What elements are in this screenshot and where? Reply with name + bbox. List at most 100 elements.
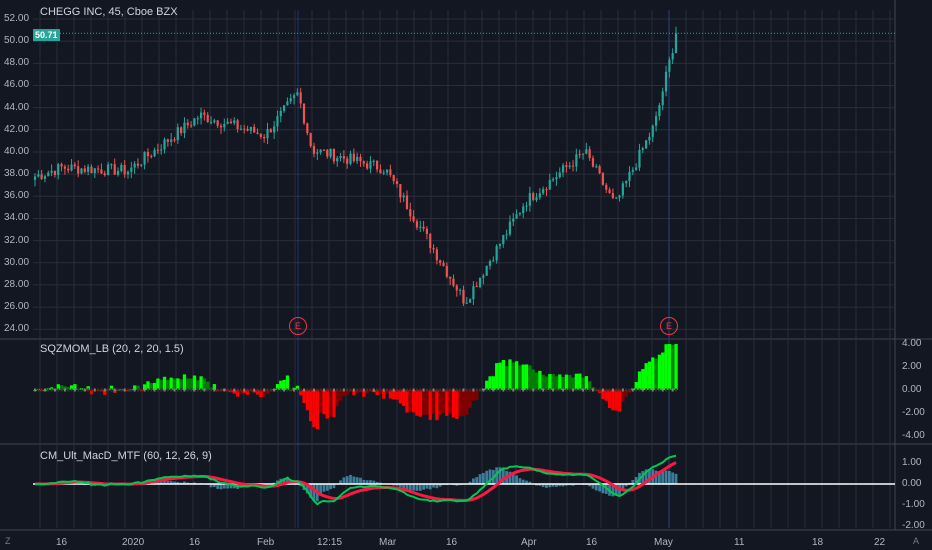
sqz-bar bbox=[182, 374, 187, 390]
earnings-marker-1[interactable]: E bbox=[289, 317, 307, 335]
sqz-dot bbox=[143, 388, 146, 392]
sqz-bar bbox=[518, 365, 522, 390]
sqz-bar bbox=[435, 390, 439, 421]
auto-scale-toggle[interactable]: A bbox=[913, 536, 919, 546]
macd-indicator-title[interactable]: CM_Ult_MacD_MTF (60, 12, 26, 9) bbox=[40, 450, 212, 462]
sqz-dot bbox=[618, 388, 621, 392]
candle-body bbox=[432, 248, 435, 250]
sqz-dot bbox=[432, 388, 435, 392]
sqz-dot bbox=[120, 388, 123, 392]
time-axis-label: Feb bbox=[257, 537, 275, 548]
candle-body bbox=[126, 171, 130, 175]
sqz-dot bbox=[60, 388, 63, 392]
candle-body bbox=[292, 95, 296, 99]
sqz-dot bbox=[87, 388, 90, 392]
sqz-dot bbox=[396, 388, 399, 392]
macd-hist-bar bbox=[352, 476, 356, 484]
candle-body bbox=[674, 33, 678, 54]
sqz-dot bbox=[322, 388, 325, 392]
candle-body bbox=[442, 262, 445, 266]
candle-body bbox=[186, 122, 189, 126]
price-axis-label: 52.00 bbox=[4, 13, 30, 24]
sqz-dot bbox=[545, 388, 548, 392]
sqz-dot bbox=[399, 388, 402, 392]
sqz-dot bbox=[575, 388, 578, 392]
sqz-dot bbox=[555, 388, 558, 392]
sqz-dot bbox=[190, 388, 193, 392]
candle-body bbox=[233, 120, 236, 124]
sqz-dot bbox=[332, 388, 335, 392]
sqz-dot bbox=[376, 388, 379, 392]
sqz-dot bbox=[578, 388, 581, 392]
candle-body bbox=[555, 177, 558, 180]
timezone-toggle[interactable]: Z bbox=[5, 536, 11, 546]
sqz-bar bbox=[465, 390, 469, 415]
sqz-bar bbox=[498, 362, 502, 390]
candle-body bbox=[133, 163, 136, 168]
sqzmom-indicator-title[interactable]: SQZMOM_LB (20, 2, 20, 1.5) bbox=[40, 343, 184, 355]
candle-body bbox=[309, 133, 312, 147]
macd-hist-bar bbox=[472, 478, 475, 484]
macd-hist-bar bbox=[422, 484, 425, 490]
sqz-bar bbox=[398, 390, 403, 404]
sqz-dot bbox=[538, 388, 541, 392]
macd-hist-bar bbox=[329, 484, 332, 490]
candle-body bbox=[160, 149, 163, 151]
sqz-dot bbox=[442, 388, 445, 392]
candle-body bbox=[498, 244, 502, 246]
sqz-bar bbox=[332, 390, 336, 418]
price-axis-label: 38.00 bbox=[4, 168, 30, 180]
sqz-dot bbox=[498, 388, 501, 392]
sqz-dot bbox=[645, 388, 648, 392]
sqz-dot bbox=[70, 388, 73, 392]
macd-hist-bar bbox=[342, 477, 346, 484]
sqz-bar bbox=[166, 379, 170, 390]
candle-body bbox=[382, 172, 385, 174]
sqz-bar bbox=[425, 390, 429, 415]
candle-body bbox=[528, 193, 531, 206]
candle-body bbox=[372, 160, 375, 162]
candle-body bbox=[80, 168, 83, 174]
macd-hist-bar bbox=[325, 484, 329, 491]
time-axis-label: 11 bbox=[734, 537, 745, 548]
sqz-dot bbox=[565, 388, 568, 392]
sqz-dot bbox=[475, 388, 478, 392]
sqz-bar bbox=[654, 358, 658, 390]
sqz-dot bbox=[67, 388, 70, 392]
sqz-dot bbox=[598, 388, 601, 392]
sqz-dot bbox=[329, 388, 332, 392]
time-axis-label: 16 bbox=[446, 537, 458, 548]
price-axis-label: 50.00 bbox=[4, 35, 30, 47]
sqz-bar bbox=[637, 371, 642, 390]
candle-body bbox=[249, 126, 252, 131]
sqz-dot bbox=[342, 388, 345, 392]
macd-axis-label: -1.00 bbox=[902, 499, 925, 510]
sqz-bar bbox=[421, 390, 426, 416]
candle-body bbox=[422, 226, 425, 229]
sqz-dot bbox=[50, 388, 53, 392]
candle-body bbox=[585, 149, 588, 154]
sqz-dot bbox=[316, 388, 319, 392]
candle-body bbox=[130, 167, 133, 172]
sqz-bar bbox=[438, 390, 442, 416]
candle-body bbox=[565, 165, 568, 168]
sqz-dot bbox=[213, 388, 216, 392]
sqz-dot bbox=[286, 388, 289, 392]
candle-body bbox=[77, 166, 80, 174]
sqz-bar bbox=[156, 378, 160, 390]
candle-body bbox=[180, 127, 183, 134]
sqz-dot bbox=[505, 388, 508, 392]
earnings-marker-2[interactable]: E bbox=[660, 317, 678, 335]
time-axis-label: Apr bbox=[521, 537, 537, 548]
sqz-dot bbox=[203, 388, 206, 392]
sqz-bar bbox=[415, 390, 419, 416]
sqz-bar bbox=[468, 390, 472, 409]
sqz-dot bbox=[63, 388, 66, 392]
sqz-dot bbox=[133, 388, 136, 392]
sqz-bar bbox=[319, 390, 323, 413]
sqz-dot bbox=[675, 388, 677, 392]
sqz-axis-label: -2.00 bbox=[902, 407, 925, 418]
chart-canvas[interactable] bbox=[0, 0, 932, 550]
candle-body bbox=[379, 169, 382, 174]
sqz-bar bbox=[534, 372, 539, 390]
